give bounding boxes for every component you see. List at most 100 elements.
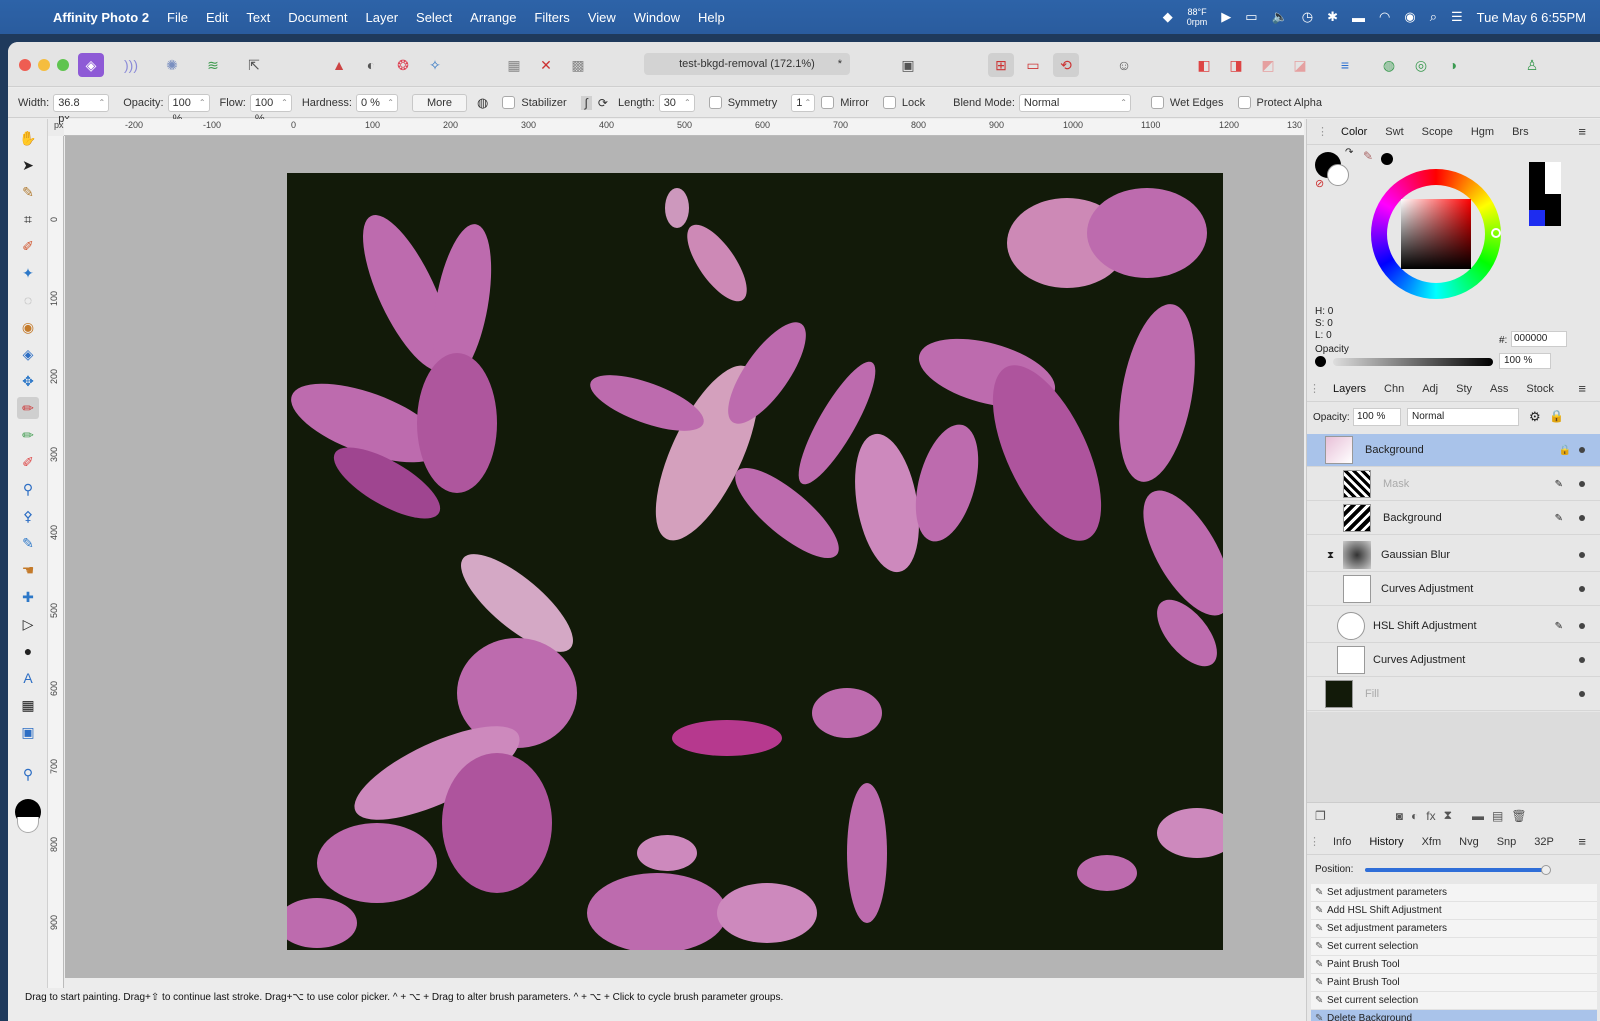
settings-icon[interactable]: ⚙ [1529,409,1541,425]
symmetry-count-field[interactable]: 1 [791,93,816,112]
shape-tool-icon[interactable]: ● [17,640,39,662]
visibility-dot[interactable] [1579,586,1585,592]
layer-options-icon[interactable]: ❐ [1315,809,1326,823]
display-icon[interactable]: ▭ [1245,9,1257,25]
move-tool-icon[interactable]: ➤ [17,154,39,176]
place-image-tool-icon[interactable]: ▣ [17,721,39,743]
mask-icon[interactable]: ◙ [1396,809,1403,823]
dropbox-icon[interactable]: ◆ [1163,9,1173,25]
lock-checkbox[interactable] [882,96,896,109]
window-mode-icon[interactable]: ⟳ [598,96,608,110]
lock-icon[interactable]: 🔒 [1549,409,1564,423]
mirror-checkbox[interactable] [821,96,835,109]
move-forward-icon[interactable]: ◧ [1191,53,1217,77]
invert-selection-icon[interactable]: ▩ [565,53,591,77]
marquee-tool-icon[interactable]: ◌ [17,289,39,311]
tab-color[interactable]: Color [1332,126,1376,138]
visibility-dot[interactable] [1579,691,1585,697]
boolean-add-icon[interactable]: ◍ [1376,53,1402,77]
history-item[interactable]: Add HSL Shift Adjustment [1311,902,1597,920]
eyedropper-icon[interactable]: ✎ [1363,149,1373,163]
live-filter-icon[interactable]: ⧗ [1444,808,1452,823]
blend-mode-select[interactable]: Normal [1018,93,1131,112]
close-button[interactable] [19,59,31,71]
datetime[interactable]: Tue May 6 6:55PM [1477,10,1586,25]
layer-row[interactable]: Background ✎ [1307,502,1600,535]
menu-filters[interactable]: Filters [525,10,578,25]
history-item[interactable]: Set current selection [1311,938,1597,956]
tab-transform[interactable]: Xfm [1413,836,1451,848]
rope-mode-icon[interactable]: ∫ [580,95,592,110]
wet-edges-checkbox[interactable] [1150,96,1164,109]
wifi-icon[interactable]: ◠ [1379,9,1390,25]
tab-32p[interactable]: 32P [1525,836,1563,848]
user-icon[interactable]: ◉ [1404,9,1415,25]
align-icon[interactable]: ≡ [1332,53,1358,77]
visibility-dot[interactable] [1579,657,1585,663]
play-icon[interactable]: ▶ [1221,9,1231,25]
hardness-field[interactable]: 0 % [355,93,398,112]
menu-document[interactable]: Document [279,10,356,25]
stabilizer-checkbox[interactable] [502,96,516,109]
hex-field[interactable]: 000000 [1511,331,1567,347]
tab-layers[interactable]: Layers [1324,383,1375,395]
secondary-color-swatch[interactable] [17,817,39,833]
tab-brushes[interactable]: Brs [1503,126,1538,138]
pixel-layer-icon[interactable]: ▤ [1492,809,1503,823]
visibility-dot[interactable] [1579,552,1585,558]
assistant-icon[interactable]: ⟲ [1053,53,1079,77]
layer-row[interactable]: Mask ✎ [1307,468,1600,501]
volume-icon[interactable]: 🔈 [1272,9,1288,25]
smudge-brush-tool-icon[interactable]: ☚ [17,559,39,581]
zoom-tool-icon[interactable]: ⚲ [17,763,39,785]
menu-file[interactable]: File [158,10,197,25]
menu-view[interactable]: View [579,10,625,25]
brush-icon[interactable]: ✎ [1555,479,1563,490]
menu-arrange[interactable]: Arrange [461,10,525,25]
develop-persona-icon[interactable]: ✺ [159,53,185,77]
panel-menu-icon[interactable]: ≡ [1569,124,1595,139]
visibility-dot[interactable] [1579,447,1585,453]
bluetooth-icon[interactable]: ✱ [1327,9,1338,25]
tab-navigator[interactable]: Nvg [1450,836,1488,848]
comment-icon[interactable]: ☺ [1111,53,1137,77]
canvas-area[interactable] [65,136,1304,978]
clone-brush-tool-icon[interactable]: ⚴ [17,505,39,527]
zoom-button[interactable] [57,59,69,71]
menu-select[interactable]: Select [407,10,461,25]
tab-scope[interactable]: Scope [1413,126,1462,138]
layer-row[interactable]: Curves Adjustment [1307,573,1600,606]
blur-brush-tool-icon[interactable]: ✎ [17,532,39,554]
color-wheel-icon[interactable]: ❂ [390,53,416,77]
tab-adjustments[interactable]: Adj [1413,383,1447,395]
current-color-dot[interactable] [1381,153,1393,165]
pixel-tool-icon[interactable]: ✏ [17,424,39,446]
tab-styles[interactable]: Sty [1447,383,1481,395]
boolean-subtract-icon[interactable]: ◎ [1408,53,1434,77]
view-mode-icon[interactable]: ▭ [1020,53,1046,77]
clock-icon[interactable]: ◷ [1302,9,1313,25]
flood-select-tool-icon[interactable]: ✦ [17,262,39,284]
menu-edit[interactable]: Edit [197,10,237,25]
move-back-icon[interactable]: ◨ [1223,53,1249,77]
stroke-color-swatch[interactable] [1327,164,1349,186]
layer-row[interactable]: Curves Adjustment [1307,644,1600,677]
history-item[interactable]: Paint Brush Tool [1311,974,1597,992]
color-wheel[interactable] [1371,169,1501,299]
opacity-field[interactable]: 100 % [1499,353,1551,369]
liquify-persona-icon[interactable]: ))) [118,53,144,77]
panel-menu-icon[interactable]: ≡ [1569,381,1595,396]
swap-colors-icon[interactable]: ↷ [1345,147,1353,158]
battery-icon[interactable]: ▬ [1352,10,1365,25]
pen-tool-icon[interactable]: ▷ [17,613,39,635]
history-item[interactable]: Set current selection [1311,992,1597,1010]
dodge-brush-tool-icon[interactable]: ⚲ [17,478,39,500]
recent-swatches[interactable] [1529,162,1561,226]
brush-icon[interactable]: ✎ [1555,513,1563,524]
snapping-icon[interactable]: ⊞ [988,53,1014,77]
export-persona-icon[interactable]: ⇱ [241,53,267,77]
menu-layer[interactable]: Layer [357,10,408,25]
no-color-icon[interactable]: ⊘ [1315,177,1324,190]
history-item[interactable]: Set adjustment parameters [1311,884,1597,902]
group-icon[interactable]: ▬ [1472,809,1484,823]
